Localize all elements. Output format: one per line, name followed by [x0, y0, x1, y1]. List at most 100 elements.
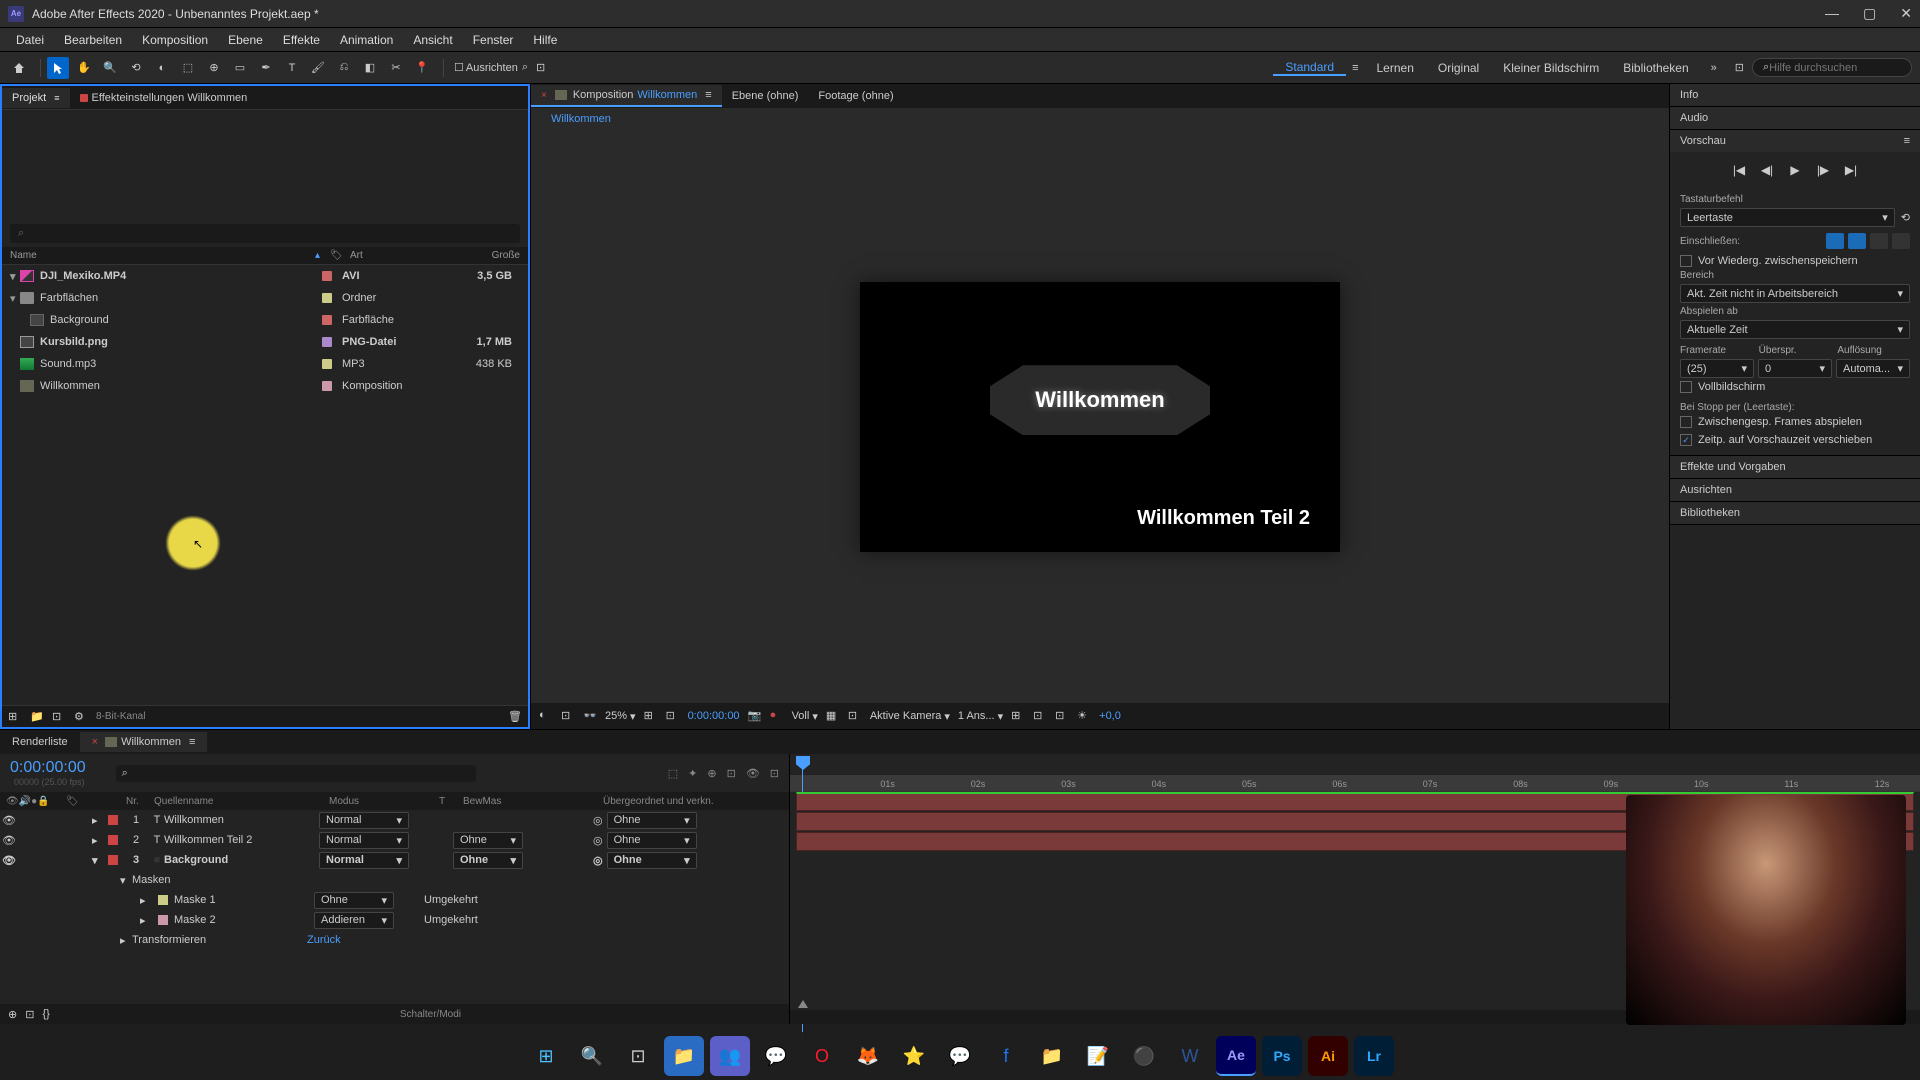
loop-icon[interactable]	[1892, 233, 1910, 249]
eraser-tool[interactable]: ◧	[359, 57, 381, 79]
settings-icon[interactable]: ⚙	[74, 710, 88, 724]
menu-ebene[interactable]: Ebene	[218, 33, 273, 47]
workspace-original[interactable]: Original	[1426, 61, 1491, 75]
taskbar-notepad[interactable]: 📝	[1078, 1036, 1118, 1076]
project-item[interactable]: ▾Farbflächen Ordner	[2, 287, 528, 309]
tab-effekteinstellungen[interactable]: Effekteinstellungen Willkommen	[70, 88, 258, 108]
taskbar-illustrator[interactable]: Ai	[1308, 1036, 1348, 1076]
project-item[interactable]: Willkommen Komposition	[2, 375, 528, 397]
color-tag[interactable]	[322, 381, 332, 391]
camera-dropdown[interactable]: Aktive Kamera▾	[870, 710, 950, 723]
taskbar-obs[interactable]: ⚫	[1124, 1036, 1164, 1076]
menu-datei[interactable]: Datei	[6, 33, 54, 47]
taskbar-word[interactable]: W	[1170, 1036, 1210, 1076]
orbit-tool[interactable]: ⟲	[125, 57, 147, 79]
reset-icon[interactable]: ⟲	[1901, 211, 1910, 224]
twirl-icon[interactable]: ▸	[140, 914, 152, 927]
taskbar-lightroom[interactable]: Lr	[1354, 1036, 1394, 1076]
twirl-icon[interactable]: ▸	[140, 894, 152, 907]
taskbar-windows[interactable]: ⊞	[526, 1036, 566, 1076]
tab-menu-icon[interactable]: ≡	[705, 89, 711, 101]
taskbar-taskview[interactable]: ⊡	[618, 1036, 658, 1076]
prev-frame-button[interactable]: ◀|	[1757, 160, 1777, 180]
mode-select[interactable]: Normal▾	[319, 852, 409, 869]
comp-viewer[interactable]: Willkommen Willkommen Teil 2	[531, 130, 1669, 703]
first-frame-button[interactable]: |◀	[1729, 160, 1749, 180]
skip-select[interactable]: 0▾	[1758, 359, 1832, 378]
project-item[interactable]: Kursbild.png PNG-Datei 1,7 MB	[2, 331, 528, 353]
include-overlay-icon[interactable]	[1870, 233, 1888, 249]
taskbar-firefox[interactable]: 🦊	[848, 1036, 888, 1076]
tab-komposition[interactable]: × Komposition Willkommen ≡	[531, 85, 722, 107]
playfrom-select[interactable]: Aktuelle Zeit▾	[1680, 320, 1910, 339]
pickwhip-icon[interactable]: ◎	[593, 834, 603, 847]
expand-toggle[interactable]: ▾	[10, 292, 20, 305]
snap-toggle[interactable]: ☐ Ausrichten ⌕ ⊡	[454, 61, 545, 74]
cache-checkbox[interactable]	[1680, 255, 1692, 267]
mask-mode-select[interactable]: Addieren▾	[314, 912, 394, 929]
pan-behind-tool[interactable]: ⊕	[203, 57, 225, 79]
current-time[interactable]: 0:00:00:00	[688, 710, 740, 722]
visibility-toggle[interactable]: 👁	[2, 854, 14, 867]
resolution-icon[interactable]: ⊞	[644, 709, 658, 723]
comp-breadcrumb[interactable]: Willkommen	[531, 108, 1669, 130]
minimize-button[interactable]: —	[1825, 5, 1839, 22]
include-video-icon[interactable]	[1826, 233, 1844, 249]
tab-timeline-comp[interactable]: × Willkommen ≡	[80, 732, 208, 752]
move-time-checkbox[interactable]	[1680, 434, 1692, 446]
project-item[interactable]: ▾DJI_Mexiko.MP4 AVI 3,5 GB	[2, 265, 528, 287]
menu-ansicht[interactable]: Ansicht	[403, 33, 462, 47]
tab-menu-icon[interactable]: ≡	[54, 93, 59, 103]
zoom-dropdown[interactable]: 25%▾	[605, 710, 636, 723]
twirl-icon[interactable]: ▾	[120, 874, 132, 887]
snapshot-icon[interactable]: 📷	[748, 709, 762, 723]
fullscreen-checkbox[interactable]	[1680, 381, 1692, 393]
mode-select[interactable]: Normal▾	[319, 812, 409, 829]
parent-select[interactable]: Ohne▾	[607, 832, 697, 849]
menu-fenster[interactable]: Fenster	[463, 33, 524, 47]
panel-audio[interactable]: Audio	[1670, 107, 1920, 129]
mode-select[interactable]: Normal▾	[319, 832, 409, 849]
new-folder-icon[interactable]: 📁	[30, 710, 44, 724]
pickwhip-icon[interactable]: ◎	[593, 814, 603, 827]
close-icon[interactable]: ×	[92, 736, 98, 748]
timeline-mask-item[interactable]: ▸ Maske 1 Ohne▾ Umgekehrt	[0, 890, 789, 910]
taskbar-files[interactable]: 📁	[1032, 1036, 1072, 1076]
timeline-layer[interactable]: 👁 ▸ 2 T Willkommen Teil 2 Normal▾ Ohne▾ …	[0, 830, 789, 850]
fast-preview-icon[interactable]: ⊡	[1033, 709, 1047, 723]
reset-link[interactable]: Zurück	[307, 934, 341, 946]
transparency-grid-icon[interactable]: ▦	[826, 709, 840, 723]
framerate-select[interactable]: (25)▾	[1680, 359, 1754, 378]
layer-color[interactable]	[108, 815, 118, 825]
mask-invert-label[interactable]: Umgekehrt	[424, 894, 478, 906]
menu-hilfe[interactable]: Hilfe	[523, 33, 567, 47]
3d-view-icon[interactable]: ⊡	[848, 709, 862, 723]
puppet-tool[interactable]: 📍	[411, 57, 433, 79]
tab-projekt[interactable]: Projekt≡	[2, 88, 70, 108]
timeline-search[interactable]: ⌕	[116, 765, 476, 782]
timeline-layer[interactable]: 👁 ▾ 3 ■ Background Normal▾ Ohne▾ ◎Ohne▾	[0, 850, 789, 870]
roto-tool[interactable]: ✂	[385, 57, 407, 79]
taskbar-teams[interactable]: 👥	[710, 1036, 750, 1076]
mask-color[interactable]	[158, 895, 168, 905]
project-item[interactable]: Sound.mp3 MP3 438 KB	[2, 353, 528, 375]
workspace-lernen[interactable]: Lernen	[1365, 61, 1426, 75]
taskbar-messenger[interactable]: 💬	[940, 1036, 980, 1076]
tl-footer-icon[interactable]: ⊕	[8, 1008, 17, 1021]
rotation-tool[interactable]: ◐	[151, 57, 173, 79]
parent-select[interactable]: Ohne▾	[607, 852, 697, 869]
range-select[interactable]: Akt. Zeit nicht in Arbeitsbereich▾	[1680, 284, 1910, 303]
trash-icon[interactable]: 🗑	[508, 710, 522, 724]
taskbar-opera[interactable]: O	[802, 1036, 842, 1076]
panel-menu-icon[interactable]: ≡	[1904, 135, 1910, 147]
views-dropdown[interactable]: 1 Ans...▾	[958, 710, 1003, 723]
workspace-bibliotheken[interactable]: Bibliotheken	[1611, 61, 1700, 75]
twirl-icon[interactable]: ▸	[120, 934, 132, 947]
tl-tool-5[interactable]: 👁	[746, 767, 760, 780]
cached-frames-checkbox[interactable]	[1680, 416, 1692, 428]
color-tag[interactable]	[322, 315, 332, 325]
panel-toggle-icon[interactable]: ⊡	[1735, 61, 1744, 74]
tl-footer-icon[interactable]: ⊡	[25, 1008, 34, 1021]
taskbar-app1[interactable]: ⭐	[894, 1036, 934, 1076]
close-button[interactable]: ✕	[1900, 5, 1912, 22]
